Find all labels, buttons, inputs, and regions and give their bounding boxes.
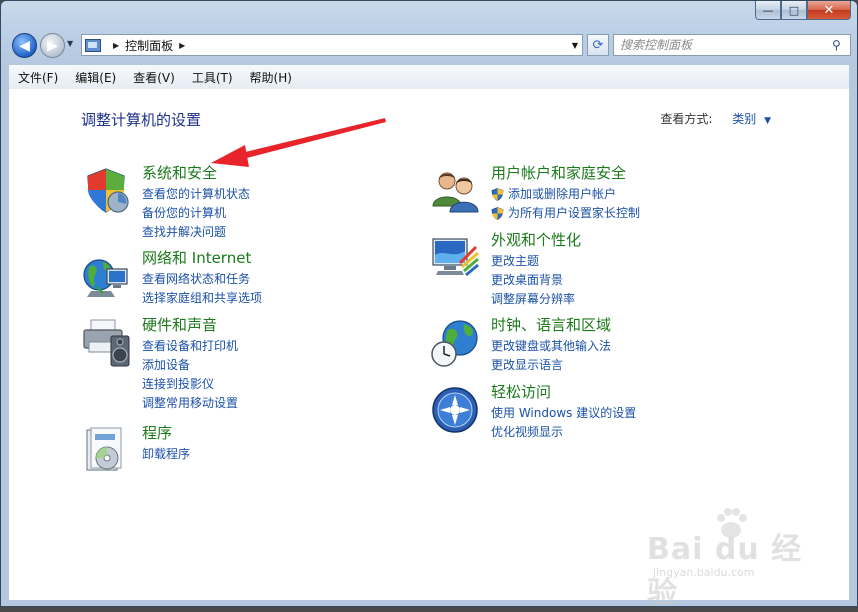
menu-help[interactable]: 帮助(H) [241, 69, 300, 86]
navigation-bar: ◀ ▶ ▼ ▶ 控制面板 ▶ ▼ ⟳ ⚲ [9, 31, 851, 61]
user-accounts-icon [432, 172, 479, 213]
arrow-left-icon: ◀ [19, 37, 30, 54]
hardware-sound-icon [83, 319, 130, 367]
link-uninstall-program[interactable]: 卸载程序 [142, 445, 190, 464]
annotation-arrow-icon [211, 118, 386, 167]
category-title-user-accounts[interactable]: 用户帐户和家庭安全 [491, 162, 626, 183]
network-icon [83, 259, 128, 297]
link-display-language[interactable]: 更改显示语言 [491, 356, 611, 375]
chevron-down-icon[interactable]: ▼ [764, 116, 771, 126]
programs-icon [86, 427, 122, 471]
search-input[interactable] [614, 37, 832, 53]
menu-view[interactable]: 查看(V) [124, 69, 183, 86]
link-devices-printers[interactable]: 查看设备和打印机 [142, 337, 238, 356]
breadcrumb-chevron-icon[interactable]: ▶ [179, 41, 185, 50]
view-by-label: 查看方式: [660, 112, 713, 126]
category-title-clock-region[interactable]: 时钟、语言和区域 [491, 314, 611, 335]
category-title-network[interactable]: 网络和 Internet [142, 247, 251, 268]
link-backup-computer[interactable]: 备份您的计算机 [142, 204, 250, 223]
caption-buttons: — □ ✕ [755, 1, 851, 20]
link-keyboard-input[interactable]: 更改键盘或其他输入法 [491, 337, 611, 356]
link-parental-controls-label: 为所有用户设置家长控制 [508, 206, 641, 220]
link-optimize-video[interactable]: 优化视频显示 [491, 423, 636, 442]
link-network-status[interactable]: 查看网络状态和任务 [142, 270, 262, 289]
view-by-dropdown[interactable]: 类别 [732, 112, 756, 126]
link-homegroup-sharing[interactable]: 选择家庭组和共享选项 [142, 289, 262, 308]
link-view-computer-status[interactable]: 查看您的计算机状态 [142, 185, 250, 204]
baidu-watermark: Bai du 经验 jingyan.baidu.com [633, 506, 823, 611]
search-box: ⚲ [613, 34, 851, 56]
link-add-remove-accounts[interactable]: 添加或删除用户帐户 [491, 185, 640, 204]
breadcrumb-chevron-icon[interactable]: ▶ [113, 41, 119, 50]
menu-tools[interactable]: 工具(T) [183, 69, 241, 86]
category-title-programs[interactable]: 程序 [142, 422, 172, 443]
recent-pages-dropdown[interactable]: ▼ [67, 39, 73, 48]
close-button[interactable]: ✕ [807, 1, 851, 20]
arrow-right-icon: ▶ [47, 37, 58, 54]
search-icon[interactable]: ⚲ [832, 38, 850, 52]
link-parental-controls[interactable]: 为所有用户设置家长控制 [491, 204, 640, 223]
page-title: 调整计算机的设置 [81, 111, 202, 129]
forward-button[interactable]: ▶ [40, 33, 65, 58]
watermark-url: jingyan.baidu.com [653, 566, 755, 579]
control-panel-icon [85, 38, 101, 52]
link-windows-recommended[interactable]: 使用 Windows 建议的设置 [491, 404, 636, 423]
breadcrumb-control-panel[interactable]: 控制面板 [125, 37, 173, 54]
address-bar[interactable]: ▶ 控制面板 ▶ ▼ [81, 34, 583, 56]
link-mobility-settings[interactable]: 调整常用移动设置 [142, 394, 238, 413]
appearance-icon [432, 238, 479, 277]
address-dropdown-icon[interactable]: ▼ [572, 41, 578, 50]
link-screen-resolution[interactable]: 调整屏幕分辨率 [491, 290, 575, 309]
category-title-appearance[interactable]: 外观和个性化 [491, 229, 581, 250]
link-add-remove-accounts-label: 添加或删除用户帐户 [508, 187, 617, 201]
category-title-ease-of-access[interactable]: 轻松访问 [491, 381, 551, 402]
link-add-device[interactable]: 添加设备 [142, 356, 238, 375]
menu-bar: 文件(F) 编辑(E) 查看(V) 工具(T) 帮助(H) [9, 65, 849, 90]
system-security-icon [87, 168, 129, 213]
menu-file[interactable]: 文件(F) [9, 69, 66, 86]
link-troubleshoot[interactable]: 查找并解决问题 [142, 223, 250, 242]
clock-region-icon [431, 320, 478, 367]
back-button[interactable]: ◀ [12, 33, 37, 58]
link-connect-projector[interactable]: 连接到投影仪 [142, 375, 238, 394]
content-area: 调整计算机的设置 查看方式: 类别 ▼ 系统和安全 查看您的计算机状态 备份您的… [9, 89, 849, 611]
minimize-button[interactable]: — [755, 1, 781, 20]
maximize-button[interactable]: □ [781, 1, 807, 20]
category-title-hardware-sound[interactable]: 硬件和声音 [142, 314, 217, 335]
refresh-icon: ⟳ [592, 37, 604, 53]
uac-shield-icon [491, 188, 504, 201]
category-title-system-security[interactable]: 系统和安全 [142, 162, 217, 183]
link-change-theme[interactable]: 更改主题 [491, 252, 575, 271]
refresh-button[interactable]: ⟳ [587, 34, 609, 56]
link-desktop-background[interactable]: 更改桌面背景 [491, 271, 575, 290]
control-panel-window: — □ ✕ ◀ ▶ ▼ ▶ 控制面板 ▶ ▼ ⟳ ⚲ 文件(F) 编辑(E) 查… [0, 0, 858, 611]
menu-edit[interactable]: 编辑(E) [66, 69, 124, 86]
view-by: 查看方式: 类别 ▼ [660, 110, 771, 127]
uac-shield-icon [491, 207, 504, 220]
ease-of-access-icon [432, 387, 478, 433]
